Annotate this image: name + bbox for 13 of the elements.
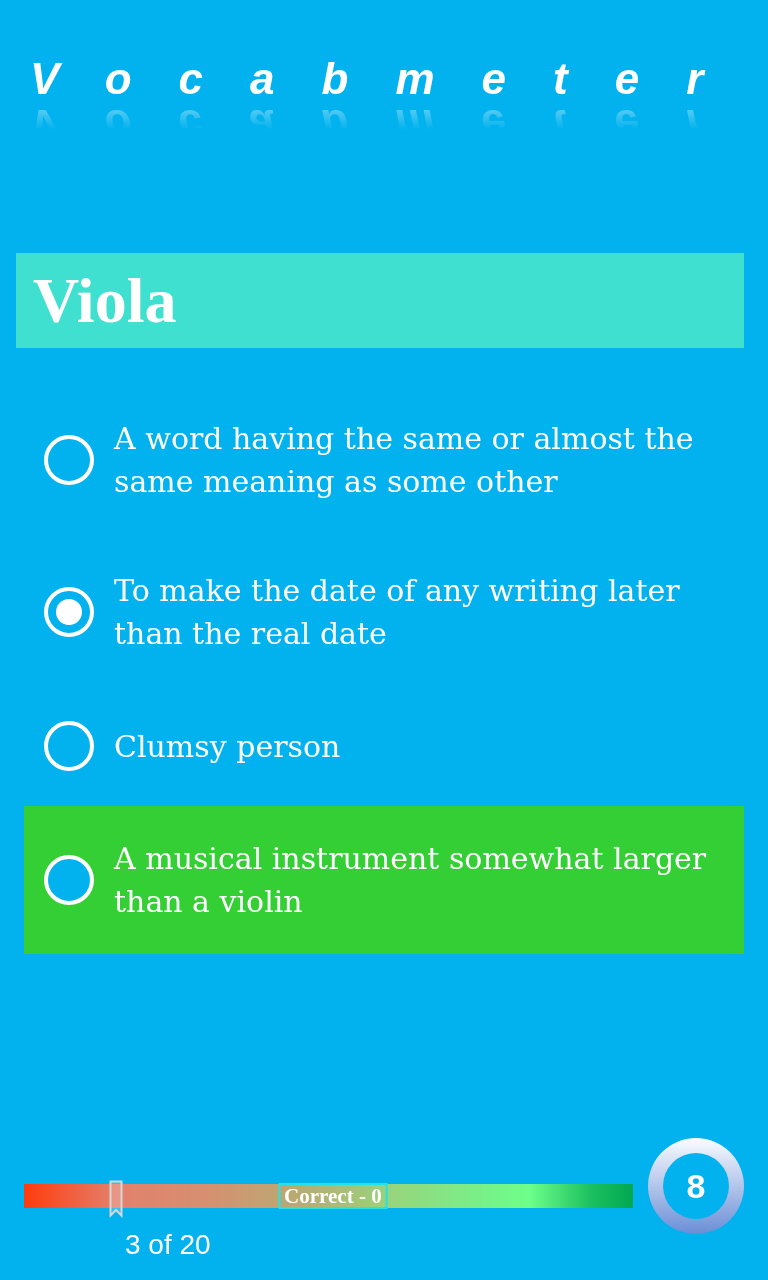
radio-button[interactable] [44, 721, 94, 771]
radio-button[interactable] [44, 587, 94, 637]
word-heading: Viola [16, 253, 744, 348]
answer-text: A word having the same or almost the same meaning as some other [114, 420, 695, 501]
answer-text: Clumsy person [114, 727, 342, 766]
app-logo: Vocabmeter [29, 53, 752, 105]
timer-count: 8 [663, 1153, 729, 1219]
radio-button[interactable] [44, 855, 94, 905]
answer-text: A musical instrument somewhat larger than a violin [114, 840, 708, 921]
answer-text: To make the date of any writing later than the real date [114, 572, 681, 653]
question-counter: 3 of 20 [125, 1228, 211, 1262]
radio-button[interactable] [44, 435, 94, 485]
score-label: Correct - 0 [278, 1183, 388, 1209]
